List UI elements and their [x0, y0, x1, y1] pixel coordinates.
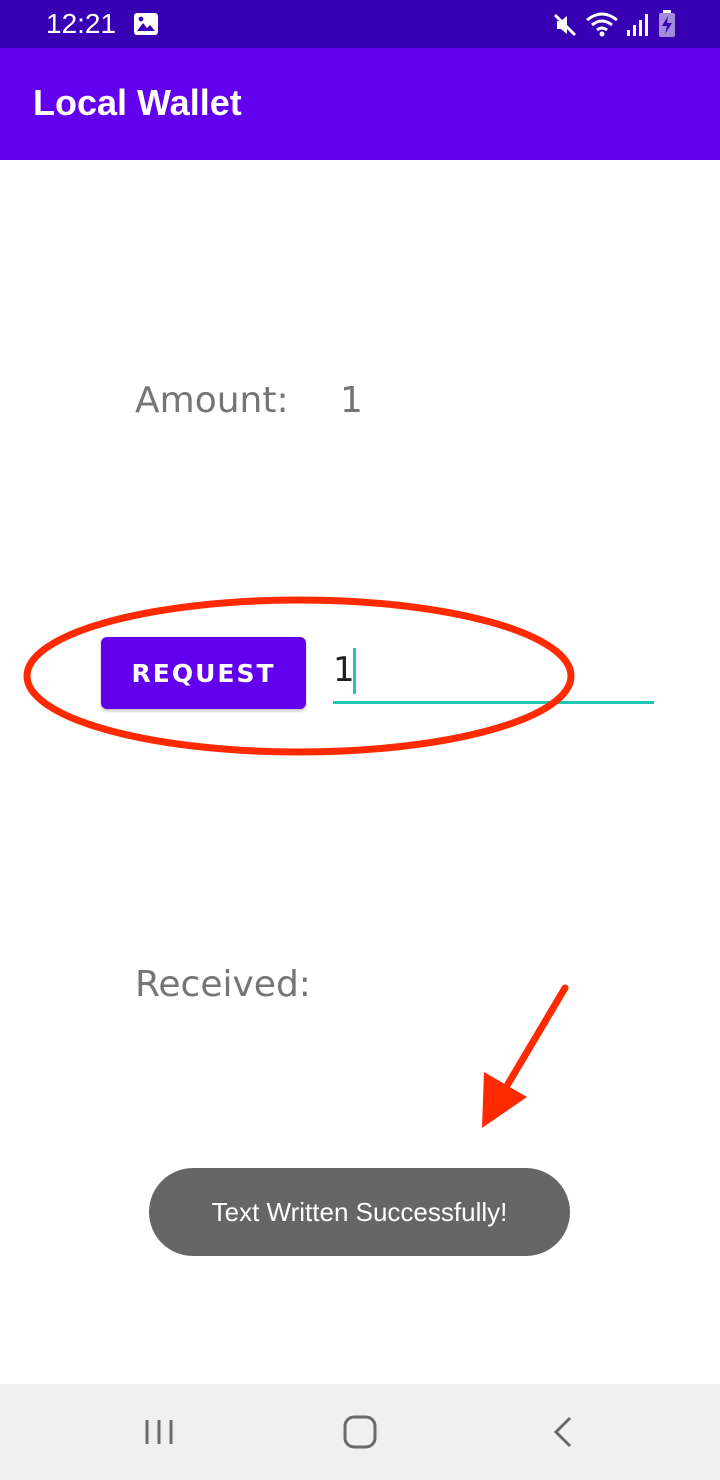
amount-input[interactable]: 1: [333, 644, 654, 704]
wifi-icon: [585, 12, 619, 42]
annotation-arrow-shaft: [504, 984, 569, 1088]
request-button[interactable]: REQUEST: [101, 637, 306, 709]
amount-value: 1: [340, 380, 363, 421]
status-time: 12:21: [46, 8, 117, 39]
annotation-overlay: [23, 596, 575, 1128]
nav-bar: [0, 1384, 720, 1480]
annotation-arrow-head: [482, 1072, 527, 1128]
back-icon[interactable]: [532, 1410, 592, 1454]
toast: Text Written Successfully!: [149, 1168, 570, 1256]
image-icon: [133, 12, 159, 40]
home-icon[interactable]: [330, 1410, 390, 1454]
toast-message: Text Written Successfully!: [211, 1196, 508, 1227]
amount-label: Amount:: [135, 380, 289, 421]
amount-input-value: 1: [333, 650, 355, 690]
app-bar: Local Wallet: [0, 48, 720, 160]
signal-icon: [625, 12, 651, 42]
received-label: Received:: [135, 964, 311, 1005]
text-cursor: [353, 648, 356, 694]
battery-icon: [658, 10, 676, 42]
app-title: Local Wallet: [33, 82, 242, 123]
recent-apps-icon[interactable]: [129, 1410, 189, 1454]
status-bar: 12:21: [0, 0, 720, 48]
mute-icon: [552, 12, 578, 42]
